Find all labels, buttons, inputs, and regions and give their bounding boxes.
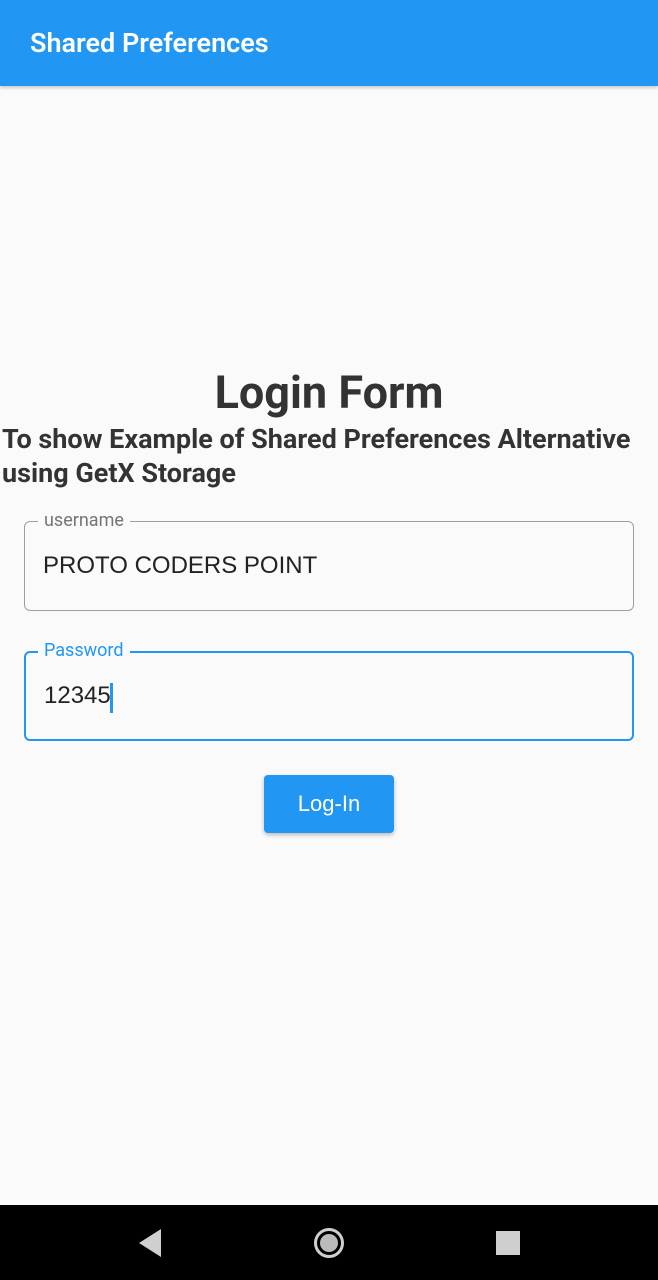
form-heading: Login Form bbox=[2, 366, 656, 419]
text-caret bbox=[110, 683, 113, 713]
username-field-wrap: username bbox=[24, 521, 634, 611]
android-nav-bar bbox=[0, 1205, 658, 1280]
back-icon bbox=[139, 1229, 161, 1257]
app-screen: Shared Preferences Login Form To show Ex… bbox=[0, 0, 658, 1280]
app-bar: Shared Preferences bbox=[0, 0, 658, 86]
password-label: Password bbox=[38, 640, 130, 661]
app-bar-title: Shared Preferences bbox=[30, 27, 269, 59]
recent-icon bbox=[496, 1231, 520, 1255]
username-label: username bbox=[38, 510, 130, 531]
password-field-wrap: Password 12345 bbox=[24, 651, 634, 741]
username-input[interactable] bbox=[24, 521, 634, 611]
form-subheading: To show Example of Shared Preferences Al… bbox=[2, 423, 656, 491]
home-icon bbox=[314, 1228, 344, 1258]
button-row: Log-In bbox=[2, 775, 656, 833]
nav-back-button[interactable] bbox=[132, 1225, 168, 1261]
password-input[interactable] bbox=[24, 651, 634, 741]
login-form: Login Form To show Example of Shared Pre… bbox=[2, 366, 656, 833]
nav-home-button[interactable] bbox=[311, 1225, 347, 1261]
nav-recent-button[interactable] bbox=[490, 1225, 526, 1261]
content-area: Login Form To show Example of Shared Pre… bbox=[0, 86, 658, 1205]
login-button[interactable]: Log-In bbox=[264, 775, 394, 833]
